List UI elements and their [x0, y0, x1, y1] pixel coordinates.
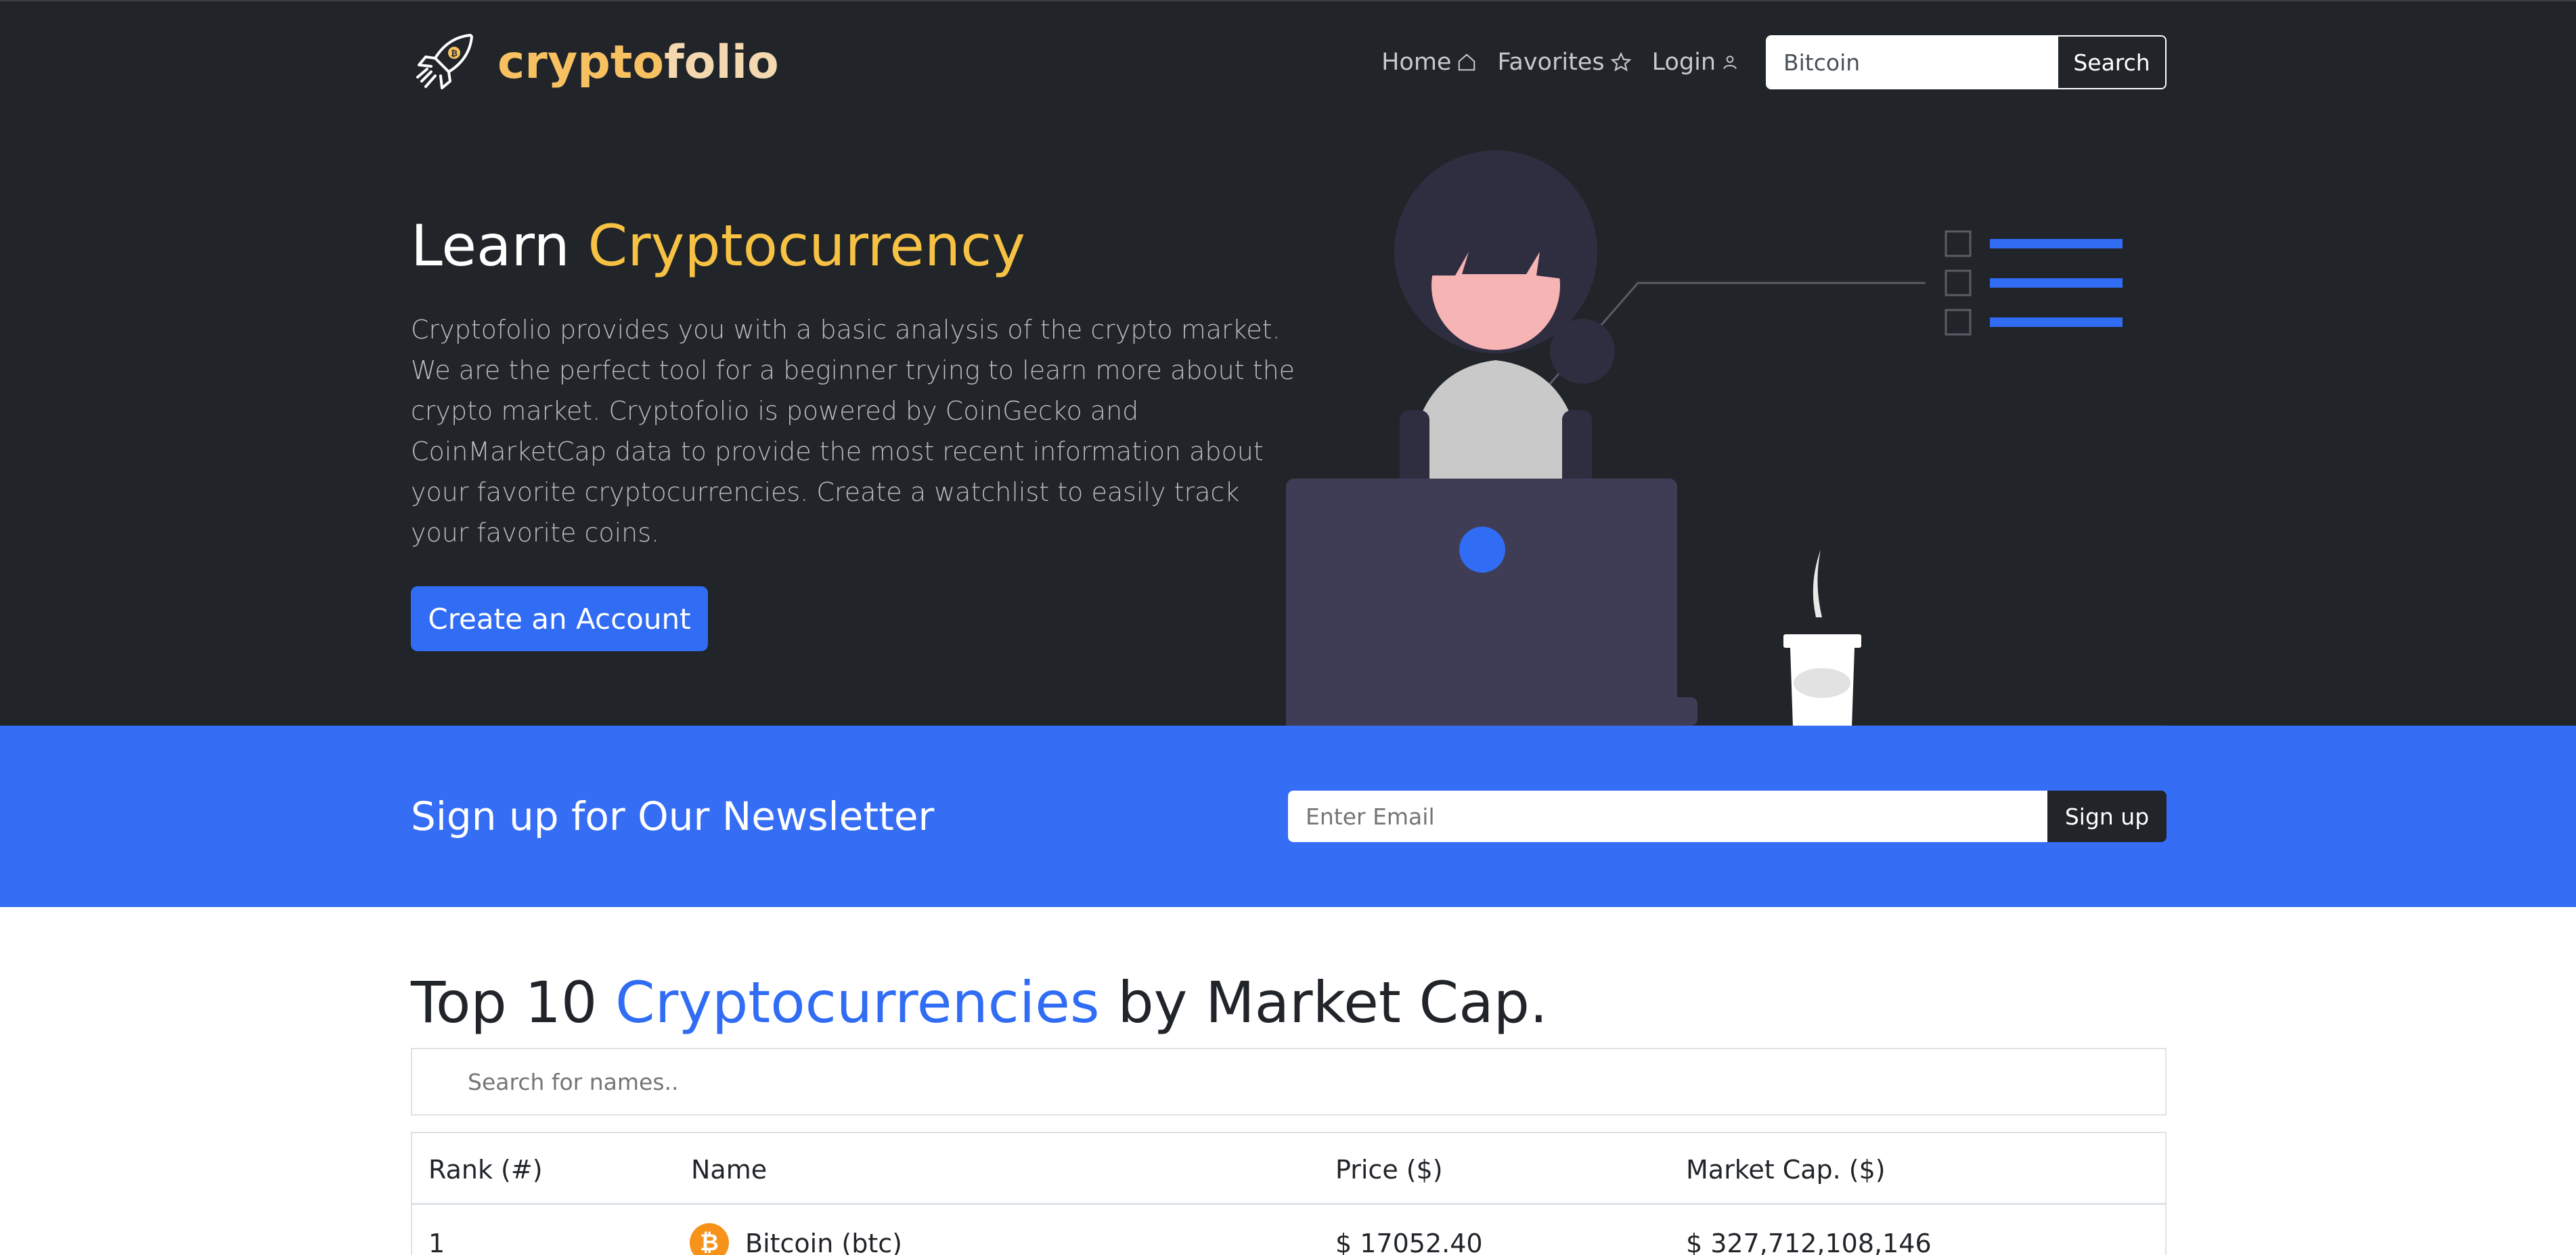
crypto-table: Rank (#) Name Price ($) Market Cap. ($) …: [411, 1132, 2167, 1255]
nav-favorites-label: Favorites: [1497, 49, 1605, 76]
star-icon: [1610, 51, 1631, 72]
top10-title-a: Top 10: [411, 969, 616, 1036]
top10-title: Top 10 Cryptocurrencies by Market Cap.: [411, 969, 1548, 1036]
logo[interactable]: ₿ cryptofolio: [411, 28, 779, 96]
nav-favorites-link[interactable]: Favorites: [1497, 49, 1631, 76]
nav-menu: Home Favorites Login Search: [1381, 35, 2167, 89]
header-price[interactable]: Price ($): [1335, 1155, 1443, 1185]
top10-title-b: by Market Cap.: [1099, 969, 1548, 1036]
person-laptop-illustration: [1286, 150, 2167, 727]
hero-section: ₿ cryptofolio Home Favorites Login Searc…: [0, 0, 2576, 727]
svg-text:₿: ₿: [451, 49, 458, 58]
top10-title-accent: Cryptocurrencies: [615, 969, 1100, 1036]
name-filter: [411, 1048, 2167, 1116]
newsletter-section: Sign up for Our Newsletter Sign up: [0, 726, 2576, 907]
coin-search-input[interactable]: [1767, 37, 2058, 88]
sign-up-button[interactable]: Sign up: [2047, 791, 2167, 842]
hero-description: Cryptofolio provides you with a basic an…: [411, 315, 1295, 548]
rocket-icon: ₿: [416, 34, 473, 89]
user-icon: [1723, 56, 1737, 70]
hero-title-plain: Learn: [411, 213, 588, 279]
brand-name-part1: crypto: [497, 35, 665, 89]
hero-title-accent: Cryptocurrency: [587, 213, 1026, 279]
header-market-cap[interactable]: Market Cap. ($): [1686, 1155, 1886, 1185]
row-rank: 1: [428, 1229, 445, 1255]
create-account-button[interactable]: Create an Account: [411, 586, 708, 651]
row-coin-name[interactable]: Bitcoin (btc): [745, 1229, 902, 1255]
table-row[interactable]: 1 ₿ Bitcoin (btc) $ 17052.40 $ 327,712,1…: [412, 1207, 2165, 1255]
header-name[interactable]: Name: [691, 1155, 767, 1185]
checklist-graphic: [1535, 230, 2123, 400]
home-icon: [1459, 53, 1475, 71]
header-rank[interactable]: Rank (#): [428, 1155, 543, 1185]
nav-login-label: Login: [1651, 49, 1716, 76]
nav-home-label: Home: [1381, 49, 1452, 76]
nav-search-group: Search: [1766, 35, 2167, 89]
row-price: $ 17052.40: [1335, 1229, 1483, 1255]
brand-name-part2: folio: [664, 35, 779, 89]
hero-title: Learn Cryptocurrency: [411, 213, 1025, 279]
email-field[interactable]: [1288, 791, 2047, 842]
name-filter-input[interactable]: [412, 1049, 2165, 1114]
nav-login-link[interactable]: Login: [1652, 49, 1739, 76]
row-market-cap: $ 327,712,108,146: [1686, 1229, 1932, 1255]
brand-name: cryptofolio: [497, 36, 779, 89]
newsletter-form: Sign up: [1288, 791, 2167, 842]
newsletter-title: Sign up for Our Newsletter: [411, 793, 935, 839]
bitcoin-icon: ₿: [690, 1223, 729, 1255]
table-header-row: Rank (#) Name Price ($) Market Cap. ($): [412, 1133, 2165, 1205]
nav-home-link[interactable]: Home: [1381, 49, 1477, 76]
navbar: ₿ cryptofolio Home Favorites Login Searc…: [411, 1, 2167, 123]
search-button[interactable]: Search: [2058, 37, 2165, 88]
